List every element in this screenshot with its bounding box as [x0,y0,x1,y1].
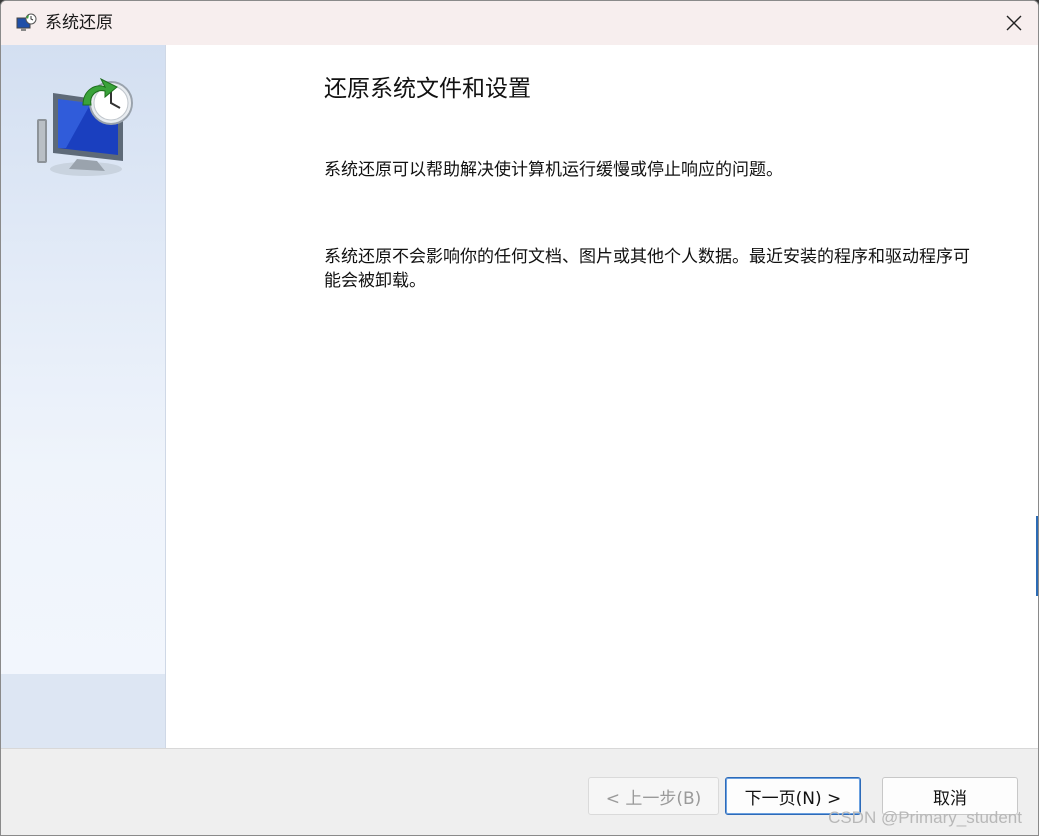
wizard-content: 还原系统文件和设置 系统还原可以帮助解决使计算机运行缓慢或停止响应的问题。 系统… [166,45,1038,748]
system-restore-monitor-clock-icon [31,75,141,179]
background-window-fragment-bottom [250,826,450,836]
description-text-2: 系统还原不会影响你的任何文档、图片或其他个人数据。最近安装的程序和驱动程序可能会… [324,247,970,291]
close-icon [1006,15,1022,31]
watermark: CSDN @Primary_student [828,808,1022,827]
close-button[interactable] [990,1,1038,45]
wizard-sidebar [1,45,166,748]
title-bar: 系统还原 [1,1,1038,45]
system-restore-dialog: 系统还原 还原系统文件和设置 系统还原可以帮助解决使计算机运行缓慢或停止响应的问… [0,0,1039,836]
description-text-1: 系统还原可以帮助解决使计算机运行缓慢或停止响应的问题。 [324,160,783,180]
button-bar: < 上一步(B) 下一页(N) > 取消 CSDN @Primary_stude… [1,748,1038,835]
sidebar-footer [1,674,165,748]
background-window-edge [1036,516,1038,596]
back-button[interactable]: < 上一步(B) [588,777,719,815]
page-title: 还原系统文件和设置 [324,76,531,102]
system-restore-icon [15,12,37,34]
window-title: 系统还原 [45,13,113,33]
